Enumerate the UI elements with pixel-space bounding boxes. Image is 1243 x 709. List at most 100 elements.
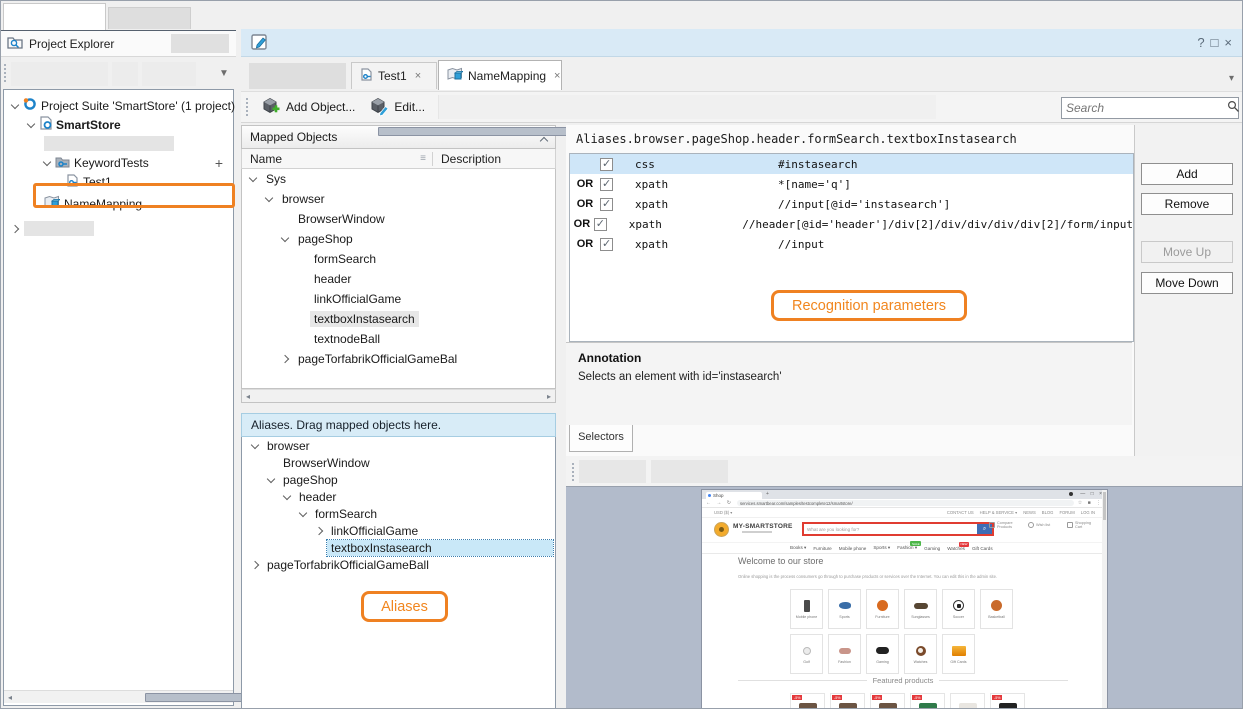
move-up-button[interactable]: Move Up [1141,241,1233,263]
scroll-left-arrow[interactable]: ◂ [4,693,16,702]
editor-tab-test1[interactable]: Test1 × [351,62,437,89]
tree-item-collapsed-redacted[interactable] [4,219,233,238]
namemapping-tab-icon [447,67,463,84]
selector-row[interactable]: OR xpath //input [570,234,1133,254]
checkbox-checked[interactable] [600,178,613,191]
preview-toolbar-button-1[interactable] [579,460,646,483]
left-panel-tab-active[interactable] [3,3,106,30]
tree-item-test1[interactable]: Test1 [4,172,233,191]
redacted-item [24,221,94,236]
browser-screenshot-thumbnail: Shop + — □ × ← → ↻ services.smartbear.co… [701,489,1108,709]
move-down-button[interactable]: Move Down [1141,272,1233,294]
category-grid-row1: Mobile phone Sports Furniture Sunglasses… [790,589,1013,629]
store-tagline [742,531,772,533]
tree-item-project-suite[interactable]: Project Suite 'SmartStore' (1 project) [4,96,233,115]
alias-pageshop[interactable]: pageShop [242,471,555,488]
close-tab-icon[interactable]: × [554,70,560,82]
tree-item-project[interactable]: SmartStore [4,115,233,134]
keyword-tests-label: KeywordTests [74,156,149,170]
search-input[interactable] [1062,101,1227,115]
left-panel-tab-inactive[interactable] [108,7,191,29]
toolbar-button-3[interactable] [142,62,196,86]
alias-header[interactable]: header [242,488,555,505]
test1-icon [66,174,79,190]
close-tab-icon[interactable]: × [415,70,421,82]
tree-item-formsearch[interactable]: formSearch [242,249,555,269]
alias-browser[interactable]: browser [242,437,555,454]
tree-item-textnodeball[interactable]: textnodeBall [242,329,555,349]
tab-overflow-arrow[interactable]: ▾ [1229,73,1234,84]
add-object-button[interactable]: Add Object... [254,93,362,122]
close-button[interactable]: × [1224,35,1238,50]
mapped-objects-hscrollbar[interactable]: ◂ ▸ [241,389,556,403]
checkbox-checked[interactable] [600,198,613,211]
add-button[interactable]: Add [1141,163,1233,185]
checkbox-checked[interactable] [600,158,613,171]
tree-item-namemapping[interactable]: NameMapping [4,191,233,216]
mapped-objects-column-headers: Name≡ Description [241,149,556,169]
alias-formsearch[interactable]: formSearch [242,505,555,522]
checkbox-checked[interactable] [594,218,607,231]
category-grid-row2: Golf Fashion Gaming Watches Gift Cards [790,634,975,674]
tree-item-sys[interactable]: Sys [242,169,555,189]
toolbar-grip[interactable] [246,98,248,116]
chevron-down-icon[interactable] [27,119,35,127]
toolbar-button-1[interactable] [11,62,108,86]
mapped-objects-panel: Mapped Objects Name≡ Description Sys bro… [241,125,556,403]
preview-toolbar-button-2[interactable] [651,460,728,483]
tree-item-browser[interactable]: browser [242,189,555,209]
column-header-description[interactable]: Description [432,152,555,166]
selector-row[interactable]: OR xpath *[name='q'] [570,174,1133,194]
scroll-left-arrow[interactable]: ◂ [242,392,254,401]
tree-item-redacted[interactable] [4,134,233,153]
project-explorer-icon [7,35,23,52]
search-box[interactable] [1061,97,1239,119]
tree-item-browserwindow[interactable]: BrowserWindow [242,209,555,229]
editor-tab-namemapping[interactable]: NameMapping × [438,60,562,90]
help-button[interactable]: ? [1197,35,1210,50]
maximize-button[interactable]: □ [1211,35,1225,50]
profile-dot-icon [1069,492,1073,496]
name-mapping-icon [44,195,60,212]
testcomplete-window: Project Explorer ▼ Project Suite 'SmartS… [0,0,1243,709]
chevron-right-icon[interactable] [11,224,19,232]
tree-item-textboxinstasearch[interactable]: textboxInstasearch [242,309,555,329]
toolbar-dropdown-arrow[interactable]: ▼ [219,68,229,79]
tree-item-pageshop[interactable]: pageShop [242,229,555,249]
toolbar-grip[interactable] [4,64,6,82]
recognition-parameters-callout-annotation: Recognition parameters [771,290,967,321]
browser-titlebar: Shop + — □ × [702,490,1107,499]
edit-button[interactable]: Edit... [362,93,432,122]
selector-buttons-column: Add Remove Move Up Move Down [1134,125,1243,456]
tree-item-header[interactable]: header [242,269,555,289]
selector-row[interactable]: css #instasearch [570,154,1133,174]
add-test-plus-button[interactable]: + [215,155,223,171]
tree-item-linkofficialgame[interactable]: linkOfficialGame [242,289,555,309]
featured-products-title: Featured products [738,676,1068,685]
alias-linkofficialgame[interactable]: linkOfficialGame [242,522,555,539]
scroll-right-arrow[interactable]: ▸ [543,392,555,401]
chevron-down-icon[interactable] [11,100,19,108]
top-links: CONTACT USHELP & SERVICE ▾NEWSBLOGFORUML… [947,510,1095,515]
column-header-name[interactable]: Name≡ [242,152,432,166]
tree-item-pagetorfabrik[interactable]: pageTorfabrikOfficialGameBal [242,349,555,369]
tree-item-keywordtests[interactable]: KeywordTests + [4,153,233,172]
selectors-tab[interactable]: Selectors [569,425,633,452]
selector-row[interactable]: OR xpath //header[@id='header']/div[2]/d… [570,214,1133,234]
project-tree-hscrollbar[interactable]: ◂ ▸ [4,690,233,703]
search-icon[interactable] [1227,100,1240,116]
alias-browserwindow[interactable]: BrowserWindow [242,454,555,471]
wishlist-icon [1028,522,1034,528]
chevron-down-icon[interactable] [43,157,51,165]
test1-tab-icon [360,68,373,84]
remove-button[interactable]: Remove [1141,193,1233,215]
panel-header-button[interactable] [171,34,229,53]
window-controls[interactable]: ?□× [1197,35,1238,50]
toolbar-grip[interactable] [572,463,574,481]
selector-row[interactable]: OR xpath //input[@id='instasearch'] [570,194,1133,214]
toolbar-button-2[interactable] [112,62,138,86]
editor-tab-redacted[interactable] [249,63,346,89]
checkbox-checked[interactable] [600,238,613,251]
alias-textboxinstasearch[interactable]: textboxInstasearch [242,539,555,556]
alias-pagetorfabrik[interactable]: pageTorfabrikOfficialGameBall [242,556,555,573]
